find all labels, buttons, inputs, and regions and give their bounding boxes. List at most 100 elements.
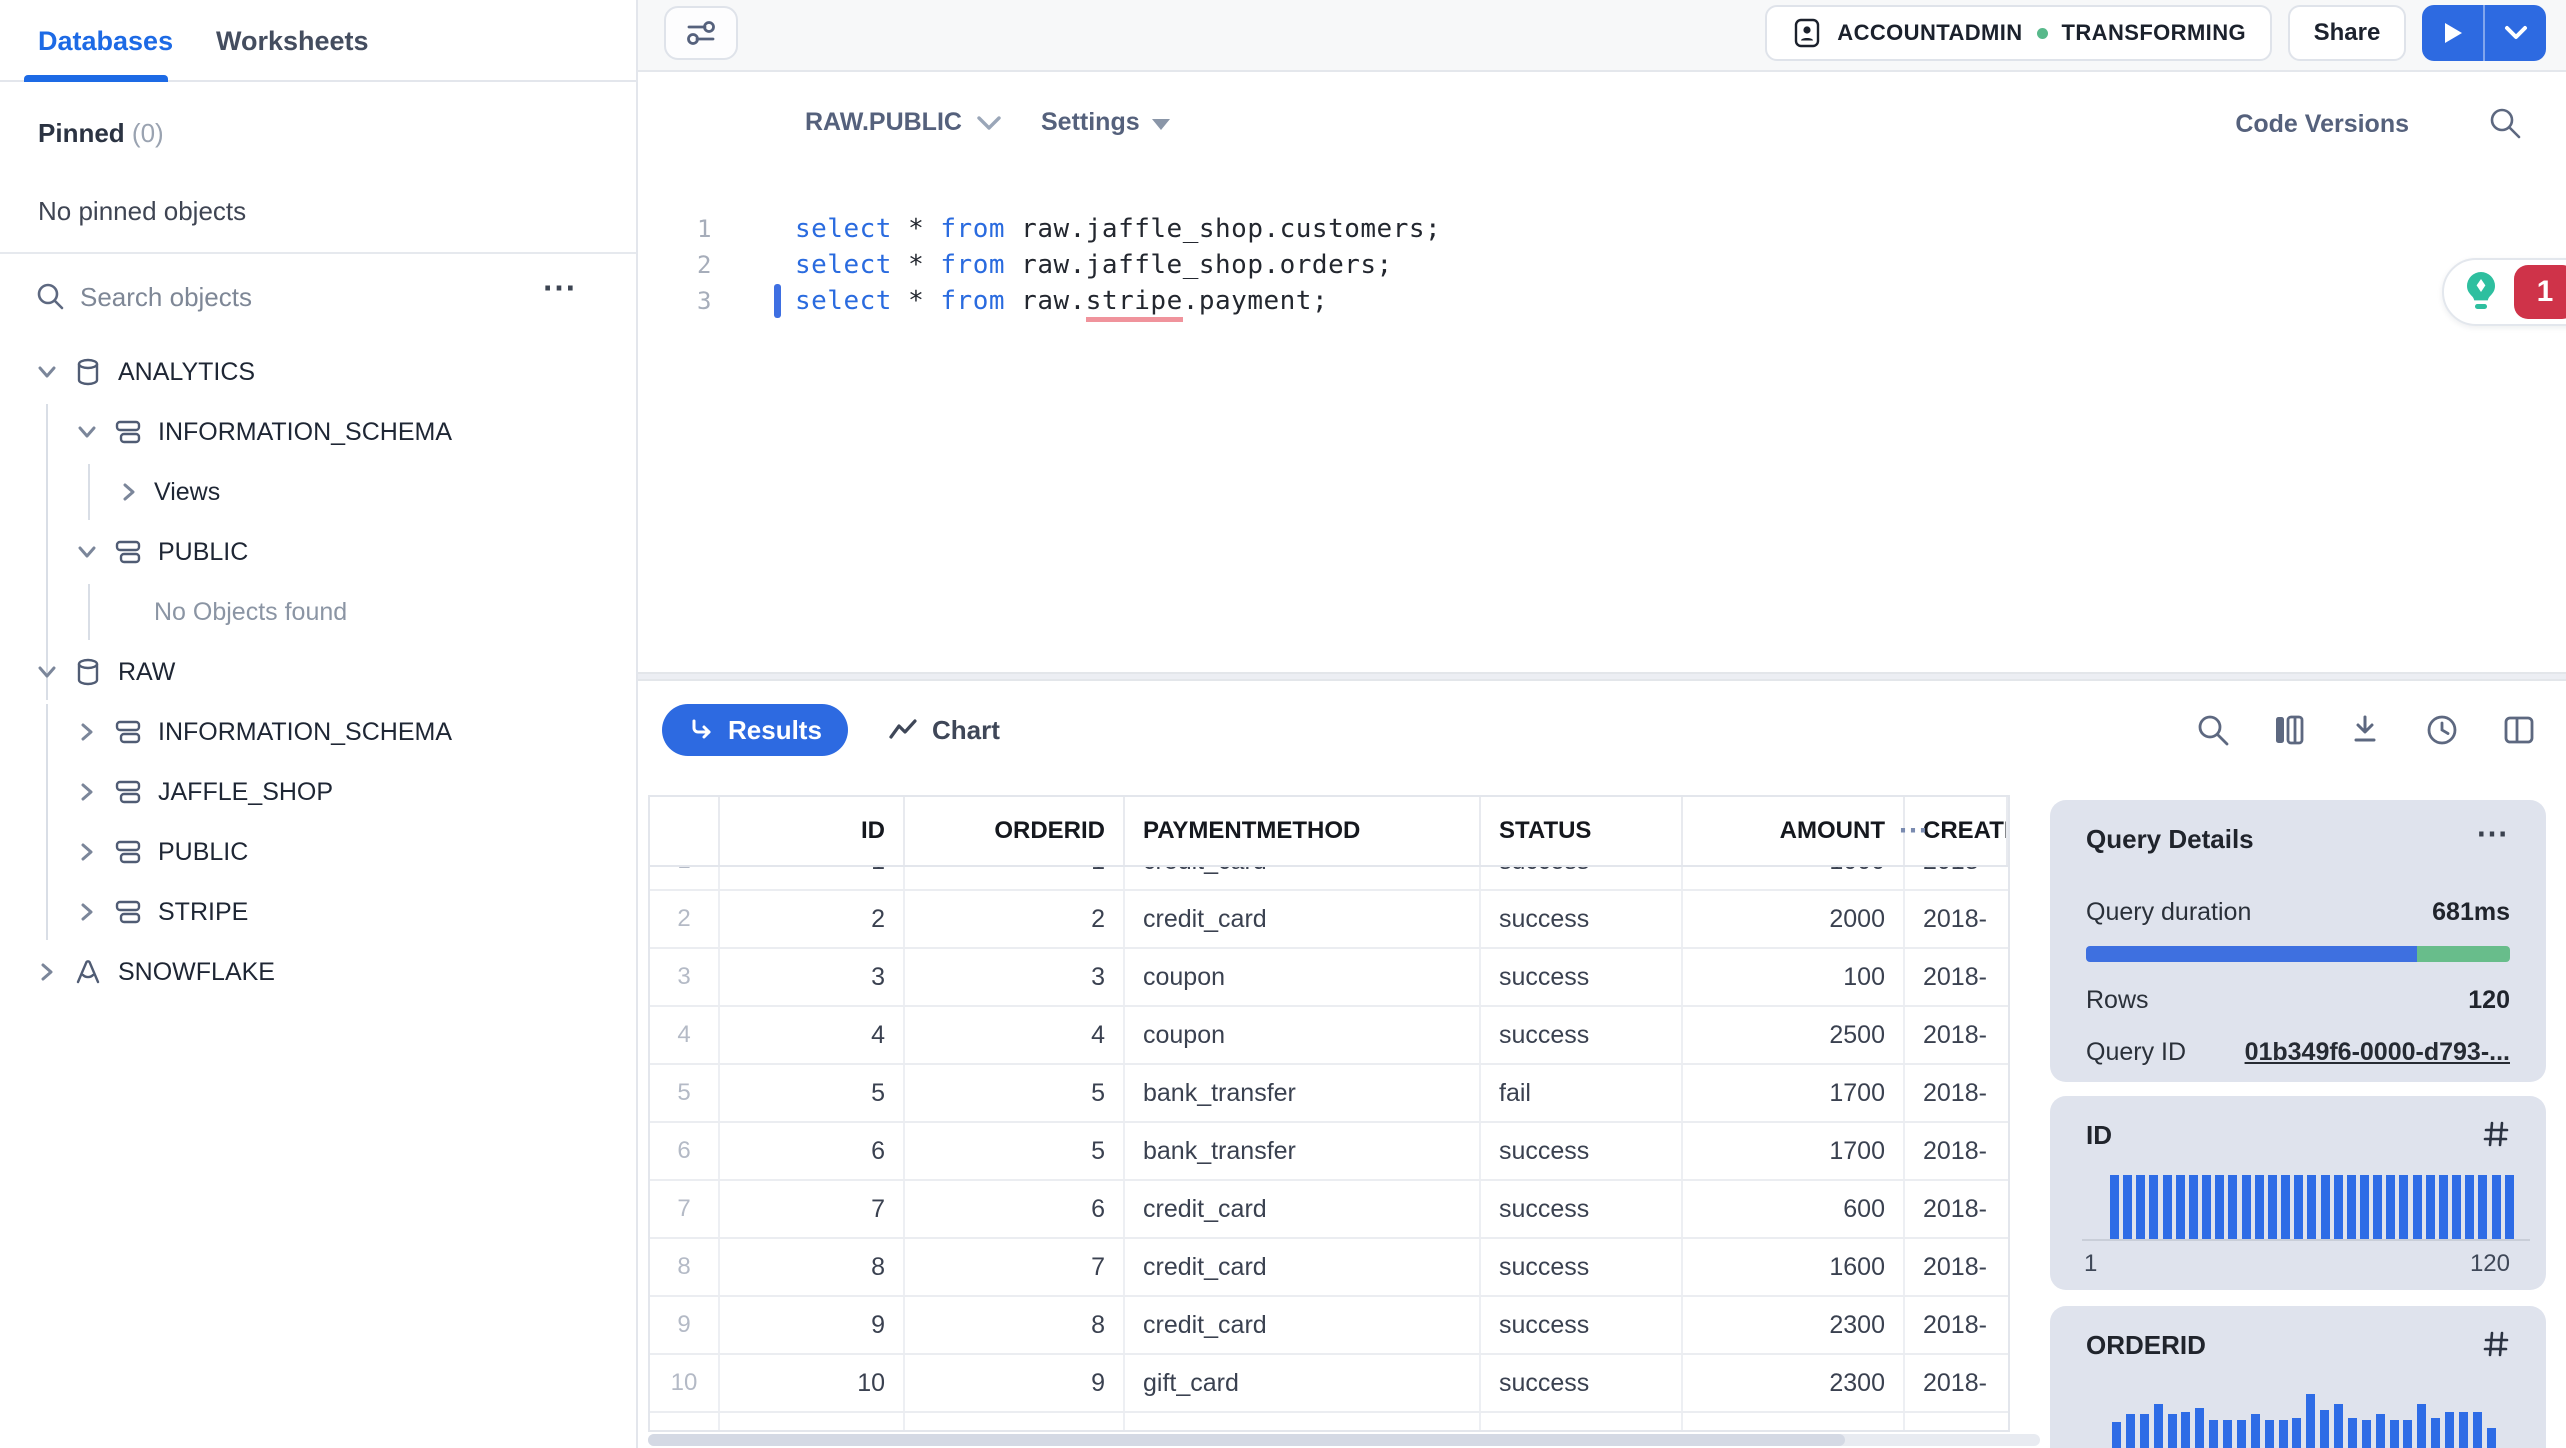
table-cell[interactable] xyxy=(720,1413,905,1430)
column-header-amount[interactable]: AMOUNT xyxy=(1683,797,1905,865)
database-context-selector[interactable]: RAW.PUBLIC xyxy=(805,108,1002,137)
code-line-1[interactable]: 1 select * from raw.jaffle_shop.customers… xyxy=(638,211,2566,247)
table-cell[interactable]: success xyxy=(1481,891,1683,947)
table-row[interactable]: 9 9 8 credit_card success 2300 2018- xyxy=(650,1297,2008,1355)
table-cell[interactable]: 2000 xyxy=(1683,891,1905,947)
table-cell[interactable]: coupon xyxy=(1125,1007,1481,1063)
table-cell[interactable]: credit_card xyxy=(1125,891,1481,947)
chevron-right-icon[interactable] xyxy=(34,959,60,985)
table-cell[interactable]: success xyxy=(1481,867,1683,889)
editor-results-splitter[interactable] xyxy=(638,672,2566,681)
tree-item-analytics[interactable]: ANALYTICS xyxy=(0,342,638,402)
settings-menu[interactable]: Settings xyxy=(1041,108,1170,137)
role-warehouse-selector[interactable]: ACCOUNTADMIN TRANSFORMING xyxy=(1765,5,2272,61)
table-cell[interactable]: 8 xyxy=(905,1297,1125,1353)
chevron-right-icon[interactable] xyxy=(74,779,100,805)
tree-item-raw[interactable]: RAW xyxy=(0,642,638,702)
editor-search-icon[interactable] xyxy=(2486,104,2524,142)
table-row[interactable]: 8 8 7 credit_card success 1600 2018- xyxy=(650,1239,2008,1297)
split-panel-icon[interactable] xyxy=(2500,711,2540,751)
table-cell[interactable]: 4 xyxy=(720,1007,905,1063)
code-line-3[interactable]: 3 select * from raw.stripe.payment; xyxy=(638,283,2566,322)
table-cell[interactable]: success xyxy=(1481,949,1683,1005)
table-cell[interactable]: success xyxy=(1481,1007,1683,1063)
tab-results[interactable]: Results xyxy=(662,704,848,756)
table-cell[interactable]: 2018- xyxy=(1905,1239,2008,1295)
chevron-down-icon[interactable] xyxy=(34,659,60,685)
table-cell[interactable]: 1700 xyxy=(1683,1123,1905,1179)
table-row[interactable]: 6 6 5 bank_transfer success 1700 2018- xyxy=(650,1123,2008,1181)
id-histogram[interactable] xyxy=(2082,1160,2530,1241)
table-cell[interactable]: 3 xyxy=(905,949,1125,1005)
table-cell[interactable]: credit_card xyxy=(1125,1297,1481,1353)
table-cell[interactable] xyxy=(1481,1413,1683,1430)
table-cell[interactable]: 1600 xyxy=(1683,1239,1905,1295)
column-header-id[interactable]: ID xyxy=(720,797,905,865)
table-cell[interactable]: 5 xyxy=(905,1123,1125,1179)
table-cell[interactable]: coupon xyxy=(1125,949,1481,1005)
table-row[interactable]: 10 10 9 gift_card success 2300 2018- xyxy=(650,1355,2008,1413)
row-number[interactable]: 9 xyxy=(650,1297,720,1353)
tab-worksheets[interactable]: Worksheets xyxy=(216,26,369,57)
search-more-icon[interactable]: ⋯ xyxy=(542,268,578,308)
chevron-down-icon[interactable] xyxy=(74,539,100,565)
table-cell[interactable]: 1 xyxy=(720,867,905,889)
tree-item-public[interactable]: PUBLIC xyxy=(0,522,638,582)
table-cell[interactable] xyxy=(1683,1413,1905,1430)
tree-item-information-schema[interactable]: INFORMATION_SCHEMA xyxy=(0,402,638,462)
table-cell[interactable]: 6 xyxy=(905,1181,1125,1237)
download-icon[interactable] xyxy=(2346,711,2386,751)
row-number[interactable]: 5 xyxy=(650,1065,720,1121)
chevron-down-icon[interactable] xyxy=(74,419,100,445)
tree-item-public[interactable]: PUBLIC xyxy=(0,822,638,882)
tree-item-stripe[interactable]: STRIPE xyxy=(0,882,638,942)
chevron-right-icon[interactable] xyxy=(74,719,100,745)
run-button[interactable] xyxy=(2422,5,2485,61)
table-cell[interactable]: credit_card xyxy=(1125,867,1481,889)
code-line-2[interactable]: 2 select * from raw.jaffle_shop.orders; xyxy=(638,247,2566,283)
table-cell[interactable]: 10 xyxy=(720,1355,905,1411)
table-row[interactable]: 4 4 4 coupon success 2500 2018- xyxy=(650,1007,2008,1065)
chevron-right-icon[interactable] xyxy=(74,839,100,865)
table-cell[interactable]: 5 xyxy=(905,1065,1125,1121)
table-cell[interactable]: 1000 xyxy=(1683,867,1905,889)
table-cell[interactable]: fail xyxy=(1481,1065,1683,1121)
column-header-orderid[interactable]: ORDERID xyxy=(905,797,1125,865)
table-row[interactable] xyxy=(650,1413,2008,1430)
copilot-hint-pill[interactable]: 1 xyxy=(2442,258,2566,326)
chevron-down-icon[interactable] xyxy=(34,359,60,385)
row-number[interactable]: 2 xyxy=(650,891,720,947)
table-cell[interactable]: bank_transfer xyxy=(1125,1123,1481,1179)
tree-item-views[interactable]: Views xyxy=(0,462,638,522)
table-cell[interactable]: 1 xyxy=(905,867,1125,889)
tree-item-jaffle-shop[interactable]: JAFFLE_SHOP xyxy=(0,762,638,822)
table-cell[interactable]: credit_card xyxy=(1125,1239,1481,1295)
share-button[interactable]: Share xyxy=(2288,5,2406,61)
table-cell[interactable]: 2300 xyxy=(1683,1297,1905,1353)
results-search-icon[interactable] xyxy=(2194,711,2234,751)
orderid-histogram[interactable] xyxy=(2112,1390,2496,1448)
run-options-button[interactable] xyxy=(2485,5,2546,61)
filters-button[interactable] xyxy=(664,6,738,60)
table-cell[interactable]: success xyxy=(1481,1355,1683,1411)
row-number[interactable]: 10 xyxy=(650,1355,720,1411)
chevron-right-icon[interactable] xyxy=(74,899,100,925)
history-clock-icon[interactable] xyxy=(2423,711,2463,751)
column-header-paymentmethod[interactable]: PAYMENTMETHOD xyxy=(1125,797,1481,865)
table-cell[interactable]: 2018- xyxy=(1905,949,2008,1005)
table-cell[interactable]: 1700 xyxy=(1683,1065,1905,1121)
scrollbar-thumb[interactable] xyxy=(648,1434,1846,1446)
table-cell[interactable]: 2018- xyxy=(1905,1181,2008,1237)
table-cell[interactable]: 4 xyxy=(905,1007,1125,1063)
table-cell[interactable]: 2018- xyxy=(1905,1065,2008,1121)
table-row[interactable]: 111credit_cardsuccess10002018- xyxy=(650,867,2008,891)
row-number[interactable]: 4 xyxy=(650,1007,720,1063)
chevron-right-icon[interactable] xyxy=(116,479,142,505)
table-cell[interactable]: success xyxy=(1481,1239,1683,1295)
table-cell[interactable]: 600 xyxy=(1683,1181,1905,1237)
query-details-more-icon[interactable]: ⋯ xyxy=(2476,814,2510,852)
table-cell[interactable]: 2018- xyxy=(1905,867,2008,889)
table-cell[interactable]: 2018- xyxy=(1905,1355,2008,1411)
tab-databases[interactable]: Databases xyxy=(38,26,173,57)
row-number[interactable]: 1 xyxy=(650,867,720,889)
